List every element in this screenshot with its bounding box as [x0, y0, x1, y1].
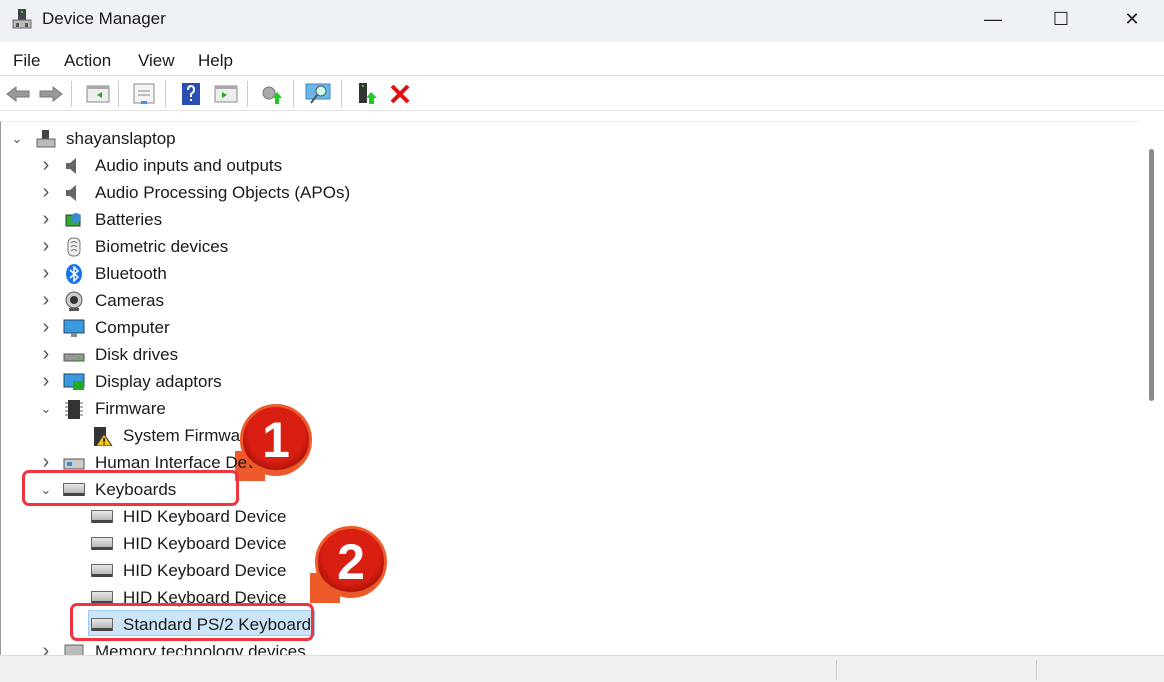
tree-item[interactable]: › Batteries — [1, 206, 1141, 233]
keyboard-icon — [91, 534, 113, 554]
keyboard-icon — [91, 507, 113, 527]
vertical-scrollbar[interactable] — [1141, 121, 1164, 655]
update-driver-icon[interactable] — [259, 82, 285, 106]
tree-item-label: Biometric devices — [95, 236, 229, 256]
bluetooth-icon — [66, 263, 82, 284]
help-icon[interactable] — [178, 82, 204, 106]
chevron-right-icon[interactable]: › — [39, 343, 53, 366]
tree-root[interactable]: ⌄ shayanslaptop — [1, 125, 1141, 152]
tree-item-label: Memory technology devices — [95, 641, 306, 656]
tree-item[interactable]: › Computer — [1, 314, 1141, 341]
action-pane-icon[interactable] — [213, 82, 239, 106]
tree-item[interactable]: › Bluetooth — [1, 260, 1141, 287]
step-1-badge: 1 — [235, 404, 312, 481]
chevron-down-icon[interactable]: ⌄ — [10, 131, 24, 147]
computer-root-icon — [36, 129, 56, 147]
tree-item-label: Bluetooth — [95, 263, 167, 283]
fingerprint-icon — [67, 237, 81, 256]
chevron-right-icon[interactable]: › — [39, 640, 53, 655]
disk-icon — [63, 353, 85, 361]
keyboards-highlight-box — [22, 470, 239, 506]
monitor-icon — [63, 319, 85, 337]
display-adapter-icon — [63, 373, 85, 390]
tree-item-label: Firmware — [95, 398, 166, 418]
chip-warning-icon — [94, 426, 113, 446]
enable-device-icon[interactable] — [354, 82, 380, 106]
properties-icon[interactable] — [131, 82, 157, 106]
minimize-button[interactable]: — — [970, 0, 1016, 38]
tree-item[interactable]: HID Keyboard Device — [1, 503, 1141, 530]
back-icon[interactable] — [5, 82, 31, 106]
scrollbar-thumb[interactable] — [1149, 149, 1154, 401]
camera-icon — [65, 291, 83, 311]
speaker-icon — [66, 157, 76, 174]
toolbar — [0, 77, 1164, 111]
menu-file[interactable]: File — [13, 51, 40, 71]
uninstall-icon[interactable] — [387, 82, 413, 106]
menu-help[interactable]: Help — [198, 51, 233, 71]
chevron-right-icon[interactable]: › — [39, 154, 53, 177]
chevron-right-icon[interactable]: › — [39, 316, 53, 339]
step-1-number: 1 — [262, 412, 290, 468]
chevron-right-icon[interactable]: › — [39, 289, 53, 312]
tree-item[interactable]: HID Keyboard Device — [1, 557, 1141, 584]
tree-root-label: shayanslaptop — [66, 128, 176, 148]
ps2-keyboard-highlight-box — [70, 603, 314, 641]
maximize-button[interactable]: ☐ — [1038, 0, 1084, 38]
close-button[interactable]: ✕ — [1109, 0, 1155, 38]
tree-item-label: Computer — [95, 317, 170, 337]
tree-item-label: Batteries — [95, 209, 163, 229]
chevron-right-icon[interactable]: › — [39, 235, 53, 258]
tree-item-label: Audio inputs and outputs — [95, 155, 283, 175]
scan-hardware-icon[interactable] — [305, 82, 331, 106]
tree-item[interactable]: HID Keyboard Device — [1, 530, 1141, 557]
tree-item[interactable]: › Audio inputs and outputs — [1, 152, 1141, 179]
menu-action[interactable]: Action — [64, 51, 111, 71]
tree-item[interactable]: › Display adaptors — [1, 368, 1141, 395]
device-manager-icon — [12, 9, 32, 29]
tree-item[interactable]: ⌄ Firmware — [1, 395, 1141, 422]
battery-icon — [65, 212, 81, 226]
status-bar — [0, 655, 1164, 682]
chip-icon — [65, 399, 83, 419]
tree-item[interactable]: › Cameras — [1, 287, 1141, 314]
tree-item-label: HID Keyboard Device — [123, 533, 287, 553]
tree-item[interactable]: › Audio Processing Objects (APOs) — [1, 179, 1141, 206]
forward-icon[interactable] — [38, 82, 64, 106]
tree-item-label: Disk drives — [95, 344, 179, 364]
show-hide-console-tree-icon[interactable] — [85, 82, 111, 106]
step-2-badge: 2 — [310, 526, 387, 603]
tree-item-label: System Firmware — [123, 425, 256, 445]
chevron-right-icon[interactable]: › — [39, 181, 53, 204]
title-bar: Device Manager — ☐ ✕ — [0, 0, 1164, 42]
device-tree: ⌄ shayanslaptop › Audio inputs and output… — [0, 121, 1164, 655]
tree-item-label: Display adaptors — [95, 371, 222, 391]
chevron-right-icon[interactable]: › — [39, 370, 53, 393]
chevron-down-icon[interactable]: ⌄ — [39, 401, 53, 417]
tree-item[interactable]: › Disk drives — [1, 341, 1141, 368]
memory-icon — [64, 644, 84, 655]
tree-item[interactable]: › Biometric devices — [1, 233, 1141, 260]
tree-item-label: HID Keyboard Device — [123, 560, 287, 580]
tree-item-label: Audio Processing Objects (APOs) — [95, 182, 351, 202]
menu-bar: File Action View Help — [0, 42, 1164, 76]
menu-view[interactable]: View — [138, 51, 175, 71]
tree-item-label: Cameras — [95, 290, 164, 310]
keyboard-icon — [91, 561, 113, 581]
chevron-right-icon[interactable]: › — [39, 262, 53, 285]
tree-item[interactable]: System Firmware — [1, 422, 1141, 449]
speaker-icon — [66, 184, 76, 201]
chevron-right-icon[interactable]: › — [39, 208, 53, 231]
step-2-number: 2 — [337, 534, 365, 590]
window-title: Device Manager — [42, 9, 166, 28]
tree-item-label: HID Keyboard Device — [123, 506, 287, 526]
